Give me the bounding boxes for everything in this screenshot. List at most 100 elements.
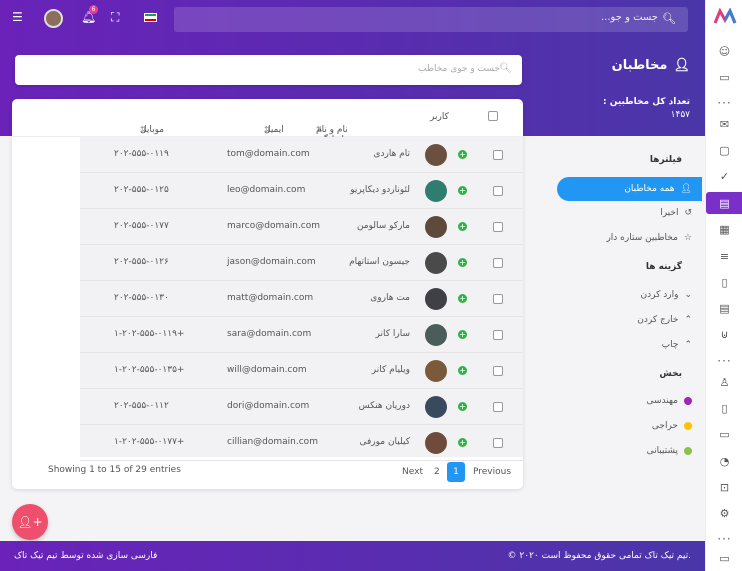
name-cell: ویلیام کانر [371, 365, 410, 375]
user-icon: 👤︎ [673, 58, 690, 73]
contacts-icon[interactable]: ▤ [706, 192, 742, 214]
department-engineering[interactable]: مهندسی [647, 396, 692, 406]
image-icon[interactable]: ▭ [706, 423, 742, 445]
table-row[interactable]: ۲۰۲-۵۵۵-۰۱۳۰ matt@domain.com مت هاروی + [80, 281, 523, 317]
add-icon[interactable]: + [458, 366, 467, 375]
add-icon[interactable]: + [458, 330, 467, 339]
page-title: 👤︎ مخاطبان [611, 58, 690, 73]
chevron-up-icon: ⌃ [684, 340, 692, 350]
pagination-previous[interactable]: Previous [473, 462, 511, 482]
dashboard-icon[interactable]: ☺ [706, 40, 742, 62]
notification-badge: 6 [89, 5, 98, 14]
more-icon[interactable]: ··· [706, 92, 742, 114]
row-checkbox[interactable] [493, 294, 503, 304]
menu-toggle-icon[interactable]: ☰ [12, 10, 23, 24]
avatar[interactable] [425, 324, 447, 346]
row-checkbox[interactable] [493, 258, 503, 268]
pie-icon[interactable]: ◔ [706, 450, 742, 472]
add-icon[interactable]: + [458, 186, 467, 195]
add-icon[interactable]: + [458, 258, 467, 267]
table-row[interactable]: ۱-۲۰۲-۵۵۵-۰۱۷۷+ cillian@domain.com کیلیان … [80, 425, 523, 461]
add-icon[interactable]: + [458, 222, 467, 231]
avatar[interactable] [425, 216, 447, 238]
avatar[interactable] [425, 252, 447, 274]
settings-icon[interactable]: ⚙ [706, 502, 742, 524]
chat-icon[interactable]: ▭ [706, 66, 742, 88]
avatar[interactable] [425, 144, 447, 166]
avatar[interactable] [425, 180, 447, 202]
filter-starred[interactable]: ☆ مخاطبین ستاره دار [606, 233, 692, 243]
avatar[interactable] [425, 288, 447, 310]
check-icon[interactable]: ✓ [706, 165, 742, 187]
row-checkbox[interactable] [493, 330, 503, 340]
logo-icon [713, 8, 737, 24]
clipboard-icon[interactable]: ▯ [706, 271, 742, 293]
message-icon[interactable]: ▢ [706, 139, 742, 161]
pagination-next[interactable]: Next [402, 462, 423, 482]
person-icon[interactable]: ♙ [706, 371, 742, 393]
language-flag-icon[interactable] [144, 13, 157, 22]
table-row[interactable]: ۲۰۲-۵۵۵-۰۱۷۷ marco@domain.com مارکو سالومن… [80, 209, 523, 245]
contact-search[interactable]: 🔍︎ [15, 55, 522, 85]
global-search[interactable]: 🔍︎ [174, 7, 688, 32]
row-checkbox[interactable] [493, 222, 503, 232]
row-checkbox[interactable] [493, 150, 503, 160]
more-icon-2[interactable]: ··· [706, 350, 742, 372]
document-icon[interactable]: ▯ [706, 397, 742, 419]
row-checkbox[interactable] [493, 438, 503, 448]
avatar[interactable] [425, 360, 447, 382]
row-checkbox[interactable] [493, 186, 503, 196]
total-contacts-value: ۱۴۵۷ [670, 110, 690, 120]
avatar[interactable] [425, 396, 447, 418]
name-cell: سارا کانر [375, 329, 411, 339]
avatar[interactable] [44, 9, 63, 28]
status-dot-icon [684, 422, 692, 430]
table-row[interactable]: ۲۰۲-۵۵۵-۰۱۱۹ tom@domain.com تام هاردی + [80, 137, 523, 173]
mobile-cell: ۲۰۲-۵۵۵-۰۱۱۹ [114, 149, 169, 159]
option-export[interactable]: ⌃ خارج کردن [637, 315, 692, 325]
fullscreen-icon[interactable]: ⛶ [111, 10, 119, 25]
table-row[interactable]: ۲۰۲-۵۵۵-۰۱۲۵ leo@domain.com لئوناردو دیکاپ… [80, 173, 523, 209]
list-icon[interactable]: ≡ [706, 245, 742, 267]
add-contact-button[interactable]: 👤︎+ [12, 504, 48, 540]
add-icon[interactable]: + [458, 438, 467, 447]
add-icon[interactable]: + [458, 402, 467, 411]
select-all-checkbox[interactable] [488, 111, 498, 121]
email-cell: cillian@domain.com [227, 437, 318, 447]
add-icon[interactable]: + [458, 294, 467, 303]
footer-copyright: © ۲۰۲۰ تیم تیک تاک تمامی حقوق محفوظ است. [507, 551, 691, 561]
avatar[interactable] [425, 432, 447, 454]
table-row[interactable]: ۱-۲۰۲-۵۵۵-۰۱۱۹+ sara@domain.com سارا کانر + [80, 317, 523, 353]
filter-all-contacts[interactable]: 👤︎ همه مخاطبان [557, 177, 702, 201]
status-dot-icon [684, 447, 692, 455]
table-icon[interactable]: ▤ [706, 297, 742, 319]
mail-icon[interactable]: ✉ [706, 113, 742, 135]
cast-icon[interactable]: ▭ [706, 547, 742, 569]
lock-icon[interactable]: ⊡ [706, 476, 742, 498]
filter-recent[interactable]: ↺ اخیرا [660, 208, 692, 218]
cart-icon[interactable]: ⊍ [706, 323, 742, 345]
table-row[interactable]: ۲۰۲-۵۵۵-۰۱۱۲ dori@domain.com دوریان هنکس + [80, 389, 523, 425]
option-print[interactable]: ⌃ چاپ [662, 340, 692, 350]
row-checkbox[interactable] [493, 402, 503, 412]
pagination-page-2[interactable]: 2 [434, 462, 440, 482]
contact-search-input[interactable] [40, 64, 500, 74]
pagination-page-1[interactable]: 1 [447, 462, 465, 482]
name-cell: مارکو سالومن [356, 221, 410, 231]
mobile-cell: ۲۰۲-۵۵۵-۰۱۲۶ [114, 257, 169, 267]
options-title: گزینه ها [645, 262, 682, 272]
department-support[interactable]: پشتیبانی [647, 446, 692, 456]
calendar-icon[interactable]: ▦ [706, 218, 742, 240]
add-icon[interactable]: + [458, 150, 467, 159]
department-sales[interactable]: حراجی [652, 421, 692, 431]
table-row[interactable]: ۲۰۲-۵۵۵-۰۱۲۶ jason@domain.com جیسون استاته… [80, 245, 523, 281]
footer: فارسی سازی شده توسط تیم تیک تاک © ۲۰۲۰ ت… [0, 541, 705, 571]
option-import[interactable]: ⌄ وارد کردن [641, 290, 692, 300]
table-row[interactable]: ۱-۲۰۲-۵۵۵-۰۱۳۵+ will@domain.com ویلیام کان… [80, 353, 523, 389]
star-icon: ☆ [683, 233, 692, 243]
row-checkbox[interactable] [493, 366, 503, 376]
email-cell: matt@domain.com [227, 293, 314, 303]
global-search-input[interactable] [258, 12, 658, 23]
mobile-cell: ۱-۲۰۲-۵۵۵-۰۱۳۵+ [114, 365, 185, 375]
mobile-cell: ۲۰۲-۵۵۵-۰۱۳۰ [114, 293, 169, 303]
